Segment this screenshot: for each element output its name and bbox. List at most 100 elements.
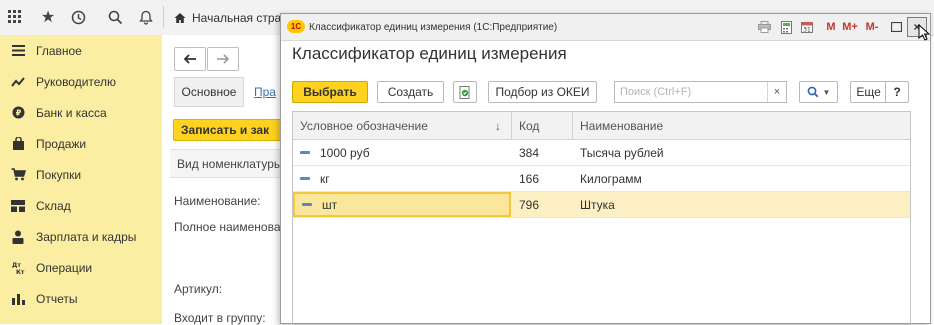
sidebar-item-label: Зарплата и кадры bbox=[36, 229, 137, 244]
toolbar-divider bbox=[163, 6, 164, 28]
calculator-icon[interactable] bbox=[778, 18, 794, 36]
bell-icon[interactable] bbox=[135, 6, 157, 28]
person-icon bbox=[0, 230, 36, 244]
svg-text:₽: ₽ bbox=[15, 109, 21, 118]
sidebar-item-label: Операции bbox=[36, 260, 93, 275]
units-classifier-dialog: 1С Классификатор единиц измерения (1С:Пр… bbox=[280, 13, 931, 325]
forward-button[interactable] bbox=[207, 47, 239, 71]
sidebar-item-label: Главное bbox=[36, 43, 82, 58]
copy-green-button[interactable] bbox=[453, 81, 477, 103]
home-icon bbox=[174, 12, 186, 23]
sidebar-item-bank[interactable]: ₽ Банк и касса bbox=[0, 97, 162, 128]
name-cell: Килограмм bbox=[580, 171, 642, 186]
print-icon[interactable] bbox=[756, 18, 772, 36]
search-icon[interactable] bbox=[104, 6, 126, 28]
cart-icon bbox=[0, 168, 36, 181]
column-header-label: Наименование bbox=[580, 118, 664, 133]
star-icon[interactable]: ★ bbox=[37, 6, 59, 28]
memory-m-minus-button[interactable]: M- bbox=[863, 18, 881, 36]
tab-link[interactable]: Пра bbox=[254, 77, 276, 107]
tab-main-label: Основное bbox=[181, 85, 237, 99]
search-icon bbox=[807, 86, 818, 98]
home-tab-label: Начальная стра bbox=[192, 10, 282, 25]
svg-text:Дт: Дт bbox=[12, 262, 21, 269]
catalog-item-icon bbox=[300, 151, 310, 154]
save-button-label: Записать и зак bbox=[181, 123, 270, 137]
table-row[interactable]: 1000 руб 384 Тысяча рублей bbox=[293, 140, 910, 166]
coin-icon: ₽ bbox=[0, 106, 36, 119]
menu-lines-icon bbox=[0, 45, 36, 56]
save-and-close-button[interactable]: Записать и зак bbox=[173, 119, 293, 141]
item-type-field[interactable]: Вид номенклатуры bbox=[170, 149, 290, 178]
arrow-left-icon bbox=[183, 54, 196, 64]
catalog-item-icon bbox=[302, 203, 312, 206]
column-header-symbol[interactable]: Условное обозначение ↓ bbox=[293, 112, 511, 139]
full-name-label: Полное наименова bbox=[174, 220, 281, 234]
memory-m-button[interactable]: M bbox=[825, 18, 837, 36]
help-button[interactable]: ? bbox=[885, 81, 909, 103]
column-header-label: Код bbox=[519, 118, 540, 133]
sidebar-item-purchases[interactable]: Покупки bbox=[0, 159, 162, 190]
item-type-label: Вид номенклатуры bbox=[177, 156, 283, 171]
code-cell: 384 bbox=[519, 145, 540, 160]
sidebar-item-salary[interactable]: Зарплата и кадры bbox=[0, 221, 162, 252]
trend-icon bbox=[0, 76, 36, 87]
tab-main[interactable]: Основное bbox=[174, 77, 244, 107]
symbol-text: кг bbox=[320, 171, 330, 186]
sidebar-item-warehouse[interactable]: Склад bbox=[0, 190, 162, 221]
dialog-heading: Классификатор единиц измерения bbox=[292, 44, 567, 63]
column-header-code[interactable]: Код bbox=[512, 112, 572, 139]
clear-search-icon[interactable]: × bbox=[767, 82, 786, 102]
table-row[interactable]: кг 166 Килограмм bbox=[293, 166, 910, 192]
symbol-text: 1000 руб bbox=[320, 145, 370, 160]
mouse-cursor-icon bbox=[918, 23, 931, 44]
maximize-icon[interactable] bbox=[888, 18, 904, 36]
sidebar-item-label: Продажи bbox=[36, 136, 87, 151]
units-table: Условное обозначение ↓ Код Наименование … bbox=[292, 111, 911, 325]
bag-icon bbox=[0, 136, 36, 151]
tab-link-label: Пра bbox=[254, 85, 276, 99]
column-header-label: Условное обозначение bbox=[300, 118, 428, 133]
history-icon[interactable] bbox=[67, 6, 89, 28]
1c-logo-icon: 1С bbox=[287, 20, 305, 33]
search-input[interactable]: Поиск (Ctrl+F) bbox=[615, 86, 767, 98]
catalog-item-icon bbox=[300, 177, 310, 180]
sidebar-item-manager[interactable]: Руководителю bbox=[0, 66, 162, 97]
symbol-cell: шт bbox=[293, 192, 511, 217]
sidebar-item-sales[interactable]: Продажи bbox=[0, 128, 162, 159]
sidebar-item-main[interactable]: Главное bbox=[0, 35, 162, 66]
sidebar-item-label: Покупки bbox=[36, 167, 82, 182]
more-button-label: Еще bbox=[856, 85, 881, 99]
sort-arrow-icon: ↓ bbox=[495, 118, 501, 133]
bar-chart-icon bbox=[0, 293, 36, 305]
name-label: Наименование: bbox=[174, 194, 261, 208]
sidebar-item-label: Руководителю bbox=[36, 74, 117, 89]
search-field[interactable]: Поиск (Ctrl+F) × bbox=[614, 81, 787, 103]
table-row-selected[interactable]: шт 796 Штука bbox=[293, 192, 910, 218]
symbol-text: шт bbox=[322, 197, 338, 212]
svg-text:Кт: Кт bbox=[16, 269, 25, 275]
code-cell: 166 bbox=[519, 171, 540, 186]
okei-select-button[interactable]: Подбор из ОКЕИ bbox=[488, 81, 597, 103]
column-header-name[interactable]: Наименование bbox=[573, 112, 910, 139]
apps-grid-icon[interactable] bbox=[4, 6, 26, 28]
refresh-document-icon bbox=[459, 85, 470, 99]
create-button[interactable]: Создать bbox=[377, 81, 444, 103]
back-button[interactable] bbox=[174, 47, 206, 71]
sidebar-item-operations[interactable]: Дт Кт Операции bbox=[0, 252, 162, 283]
sidebar-item-reports[interactable]: Отчеты bbox=[0, 283, 162, 314]
warehouse-icon bbox=[0, 199, 36, 212]
code-cell: 796 bbox=[519, 197, 540, 212]
dt-kt-icon: Дт Кт bbox=[0, 261, 36, 275]
chevron-down-icon: ▼ bbox=[822, 87, 831, 97]
dialog-titlebar: 1С Классификатор единиц измерения (1С:Пр… bbox=[281, 14, 930, 41]
name-cell: Тысяча рублей bbox=[580, 145, 664, 160]
home-tab[interactable]: Начальная стра bbox=[168, 0, 281, 35]
search-options-button[interactable]: ▼ bbox=[799, 81, 838, 103]
select-button[interactable]: Выбрать bbox=[292, 81, 368, 103]
group-label: Входит в группу: bbox=[174, 311, 266, 325]
article-label: Артикул: bbox=[174, 282, 223, 296]
calendar-icon[interactable]: 31 bbox=[799, 18, 815, 36]
sidebar-item-label: Отчеты bbox=[36, 291, 78, 306]
memory-m-plus-button[interactable]: M+ bbox=[841, 18, 859, 36]
